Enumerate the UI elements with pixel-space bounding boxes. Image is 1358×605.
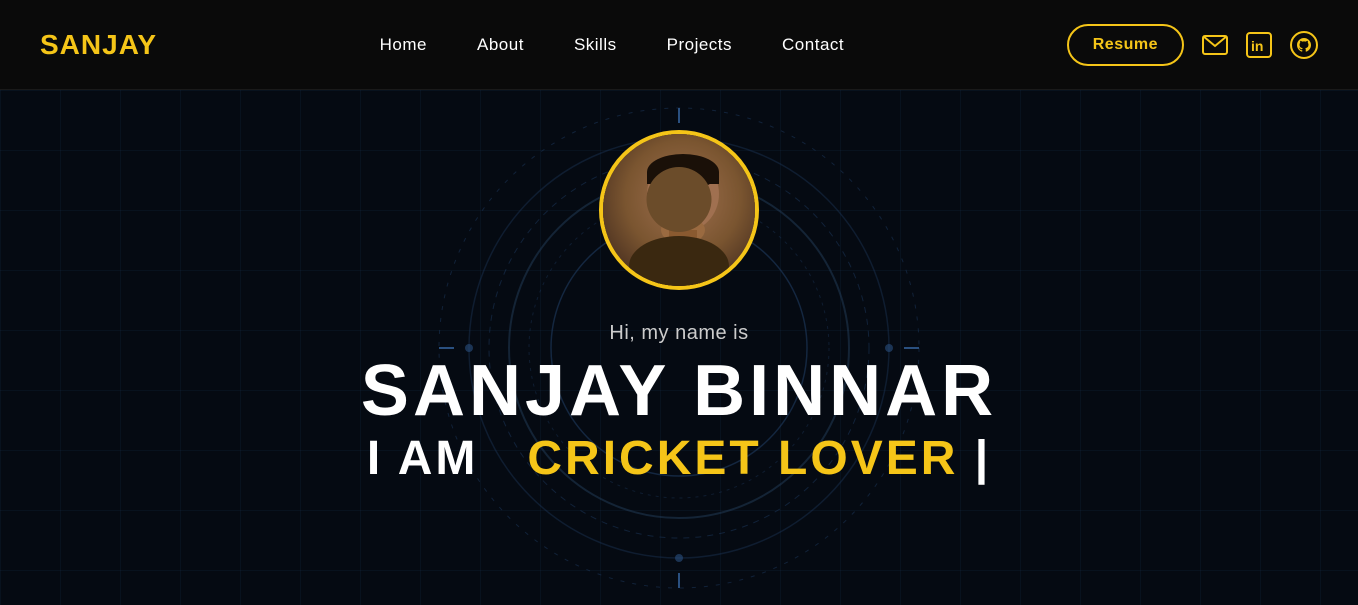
- nav-item-contact[interactable]: Contact: [782, 35, 844, 55]
- navbar: SANJAY Home About Skills Projects Contac…: [0, 0, 1358, 90]
- logo-suffix: JAY: [102, 29, 157, 60]
- nav-item-about[interactable]: About: [477, 35, 524, 55]
- nav-link-projects[interactable]: Projects: [667, 35, 732, 54]
- avatar: [599, 130, 759, 290]
- tagline-highlight: CRICKET LOVER: [527, 432, 958, 485]
- hero-section: Hi, my name is SANJAY BINNAR I AM CRICKE…: [0, 90, 1358, 605]
- avatar-container: [599, 130, 759, 290]
- greeting-text: Hi, my name is: [609, 322, 748, 345]
- linkedin-icon[interactable]: in: [1246, 32, 1272, 58]
- nav-link-home[interactable]: Home: [380, 35, 427, 54]
- hero-name: SANJAY BINNAR: [361, 355, 997, 427]
- site-logo[interactable]: SANJAY: [40, 29, 157, 61]
- avatar-face: [603, 134, 755, 286]
- github-icon[interactable]: [1290, 31, 1318, 59]
- nav-link-about[interactable]: About: [477, 35, 524, 54]
- email-icon[interactable]: [1202, 35, 1228, 55]
- logo-prefix: SAN: [40, 29, 102, 60]
- hero-tagline: I AM CRICKET LOVER |: [367, 435, 991, 483]
- nav-item-home[interactable]: Home: [380, 35, 427, 55]
- nav-links: Home About Skills Projects Contact: [380, 35, 844, 55]
- nav-link-skills[interactable]: Skills: [574, 35, 617, 54]
- tagline-prefix: I AM: [367, 432, 479, 485]
- nav-link-contact[interactable]: Contact: [782, 35, 844, 54]
- nav-item-skills[interactable]: Skills: [574, 35, 617, 55]
- nav-right: Resume in: [1067, 24, 1318, 66]
- svg-text:in: in: [1251, 38, 1263, 54]
- nav-item-projects[interactable]: Projects: [667, 35, 732, 55]
- resume-button[interactable]: Resume: [1067, 24, 1184, 66]
